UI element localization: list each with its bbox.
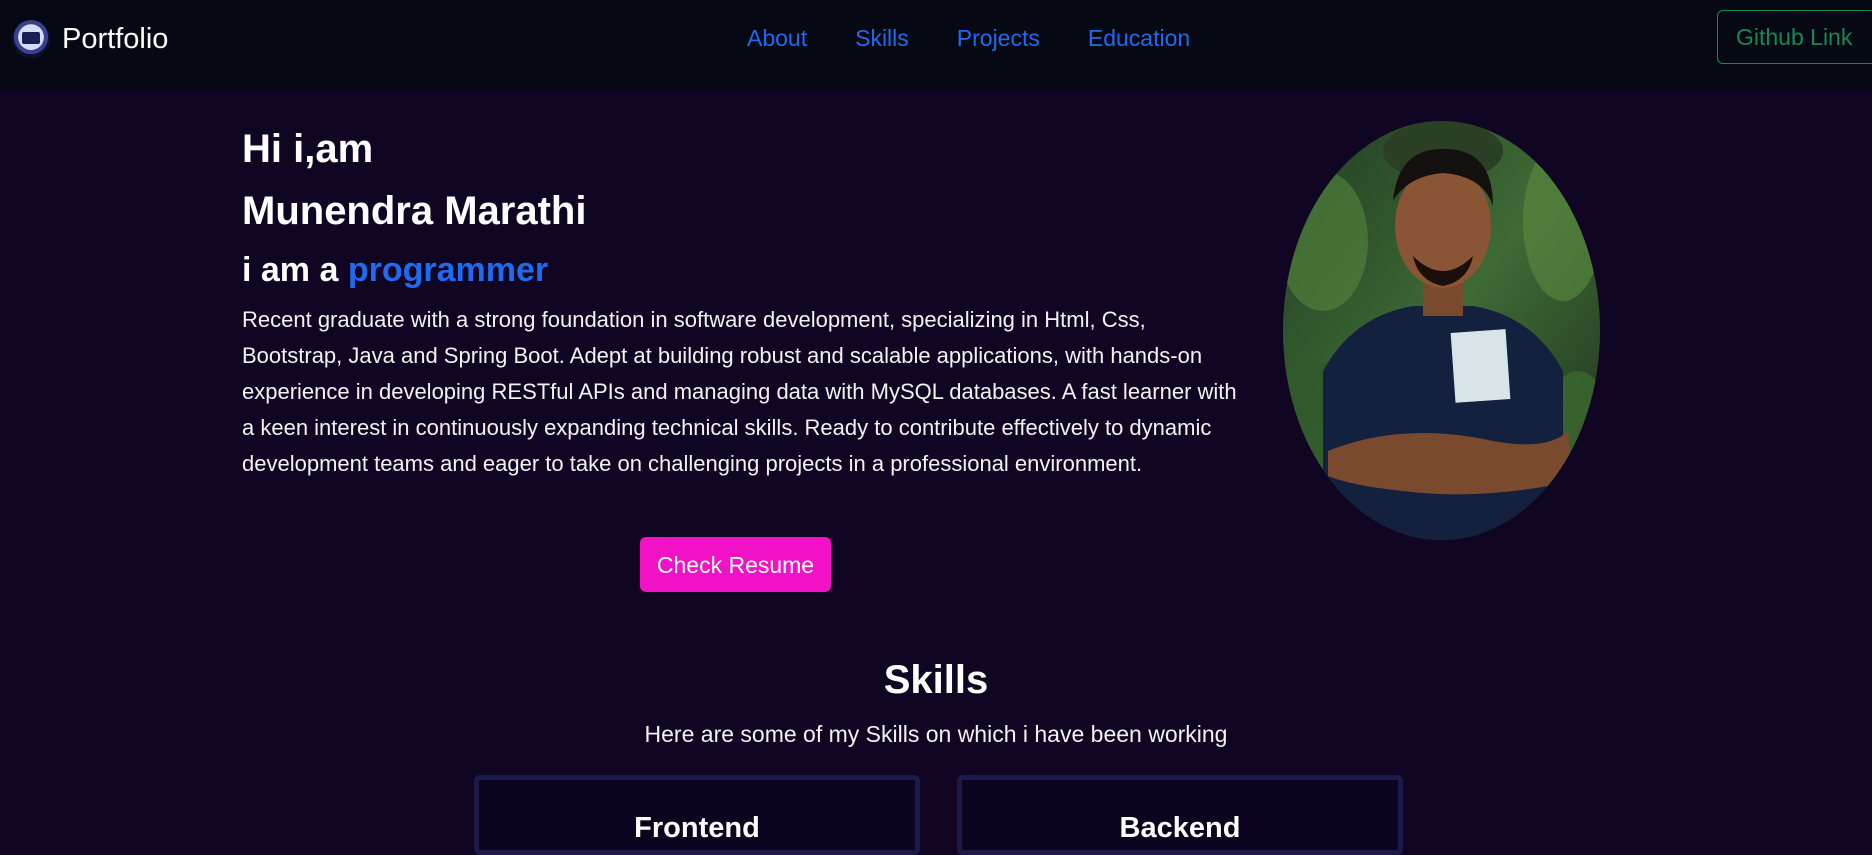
laptop-logo-icon — [12, 20, 50, 58]
nav-link-projects[interactable]: Projects — [933, 20, 1064, 56]
skill-card-title: Frontend — [634, 812, 760, 844]
brand[interactable]: Portfolio — [12, 20, 168, 58]
navbar: Portfolio About Skills Projects Educatio… — [0, 0, 1872, 90]
bio-paragraph: Recent graduate with a strong foundation… — [242, 307, 1237, 476]
check-resume-button[interactable]: Check Resume — [640, 537, 831, 592]
role-word: programmer — [347, 251, 549, 289]
skill-card-backend: Backend — [957, 775, 1403, 855]
nav-links: About Skills Projects Education — [723, 20, 1214, 56]
skill-card-frontend: Frontend — [474, 775, 920, 855]
profile-photo — [1283, 121, 1600, 540]
skills-title: Skills — [883, 658, 989, 702]
role-line: i am a programmer — [242, 242, 1242, 298]
hero-section: Hi i,am Munendra Marathi i am a programm… — [242, 112, 1242, 482]
greeting: Hi i,am — [242, 127, 374, 171]
brand-text: Portfolio — [62, 23, 169, 55]
role-prefix: i am a — [242, 251, 348, 289]
hero-name: Munendra Marathi — [242, 189, 587, 233]
skills-subtitle: Here are some of my Skills on which i ha… — [644, 721, 1228, 747]
nav-link-skills[interactable]: Skills — [831, 20, 933, 56]
github-link-button[interactable]: Github Link — [1717, 10, 1872, 64]
profile-photo-illustration — [1283, 121, 1600, 540]
skill-card-title: Backend — [1119, 812, 1241, 844]
nav-link-education[interactable]: Education — [1064, 20, 1214, 56]
nav-link-about[interactable]: About — [723, 20, 831, 56]
